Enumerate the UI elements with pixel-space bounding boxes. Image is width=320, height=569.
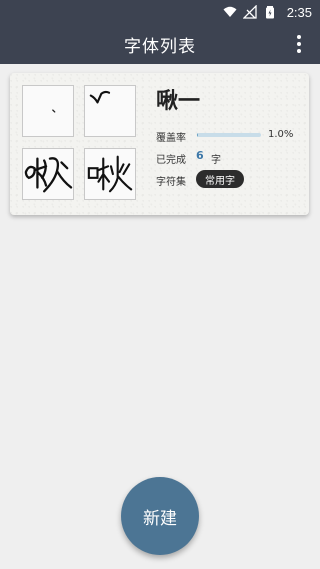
completed-count: 6 xyxy=(196,149,204,162)
wifi-icon xyxy=(223,6,237,17)
font-name: 啾一 xyxy=(156,89,201,114)
charset-label: 字符集 xyxy=(156,177,186,188)
new-font-button[interactable]: 新建 xyxy=(121,477,199,555)
signal-icon xyxy=(242,5,257,19)
glyph-preview-1 xyxy=(22,85,74,137)
coverage-value: 1.0% xyxy=(268,129,294,140)
coverage-progress-fill xyxy=(197,133,198,137)
status-time: 2:35 xyxy=(286,4,312,20)
font-card[interactable]: 啾一 覆盖率 1.0% 已完成 6 字 字符集 常用字 xyxy=(10,73,309,215)
completed-label: 已完成 xyxy=(156,155,186,166)
more-vert-icon[interactable] xyxy=(292,32,306,56)
coverage-label: 覆盖率 xyxy=(156,133,186,144)
status-bar: 2:35 xyxy=(0,0,320,24)
charset-badge: 常用字 xyxy=(196,170,244,188)
glyph-preview-4 xyxy=(84,148,136,200)
page-title: 字体列表 xyxy=(124,36,196,57)
glyph-preview-3 xyxy=(22,148,74,200)
coverage-progress-bar xyxy=(197,133,261,137)
battery-icon xyxy=(265,6,274,19)
completed-unit: 字 xyxy=(211,155,221,166)
app-bar: 字体列表 xyxy=(0,24,320,64)
glyph-preview-2 xyxy=(84,85,136,137)
